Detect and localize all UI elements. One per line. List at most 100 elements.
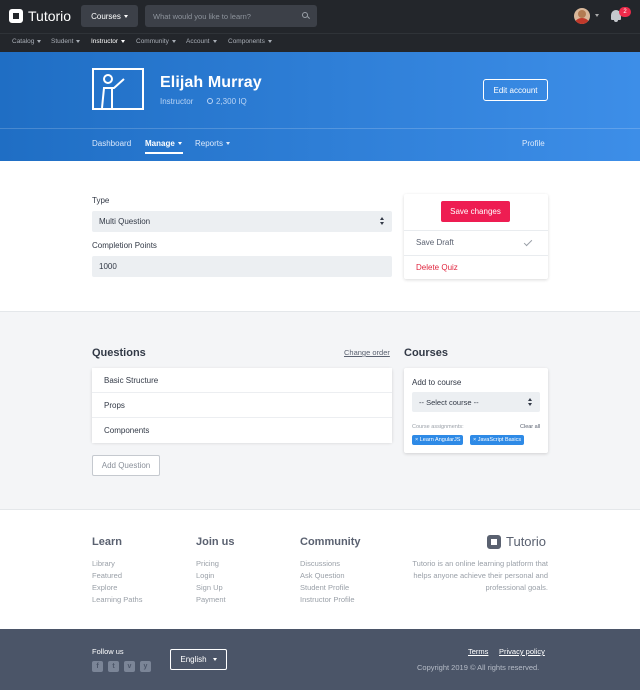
footer-learn-title: Learn xyxy=(92,536,122,548)
tab-profile[interactable]: Profile xyxy=(522,139,545,148)
caret-down-icon xyxy=(37,39,42,43)
hero-divider xyxy=(0,128,640,129)
footer-community-title: Community xyxy=(300,536,361,548)
save-draft-item[interactable]: Save Draft xyxy=(416,238,454,247)
list-item[interactable]: Basic Structure xyxy=(92,368,392,393)
completion-points-label: Completion Points xyxy=(92,241,157,250)
caret-down-icon xyxy=(267,39,272,43)
caret-down-icon xyxy=(171,39,176,43)
footer-link[interactable]: Payment xyxy=(196,595,226,604)
tab-manage[interactable]: Manage xyxy=(145,139,182,148)
caret-down-icon xyxy=(121,39,126,43)
footer-link[interactable]: Ask Question xyxy=(300,571,345,580)
completion-points-input[interactable]: 1000 xyxy=(92,256,392,277)
footer-description: Tutorio is an online learning platform t… xyxy=(412,559,548,592)
course-select-value: -- Select course -- xyxy=(419,397,479,407)
footer-link[interactable]: Learning Paths xyxy=(92,595,142,604)
language-label: English xyxy=(180,655,207,664)
subnav-label: Account xyxy=(186,38,210,45)
user-role: Instructor xyxy=(160,97,194,106)
course-assignments-label: Course assignments: xyxy=(412,424,464,430)
sort-icon xyxy=(380,217,385,226)
brand-name: Tutorio xyxy=(28,8,72,24)
subnav-label: Community xyxy=(136,38,169,45)
course-select[interactable]: -- Select course -- xyxy=(412,392,540,412)
footer-link[interactable]: Explore xyxy=(92,583,117,592)
type-select[interactable]: Multi Question xyxy=(92,211,392,232)
courses-label: Courses xyxy=(91,11,121,21)
footer-link[interactable]: Pricing xyxy=(196,559,219,568)
caret-down-icon xyxy=(226,142,231,146)
edit-account-button[interactable]: Edit account xyxy=(483,79,548,101)
clear-all-link[interactable]: Clear all xyxy=(520,424,540,430)
subnav-item-components[interactable]: Components xyxy=(228,38,272,45)
save-changes-button[interactable]: Save changes xyxy=(441,201,510,222)
caret-down-icon xyxy=(177,142,182,146)
add-to-course-label: Add to course xyxy=(412,378,462,387)
subnav-item-student[interactable]: Student xyxy=(51,38,81,45)
bottom-bar xyxy=(0,629,640,690)
footer-link[interactable]: Login xyxy=(196,571,214,580)
caret-down-icon xyxy=(212,658,217,661)
twitter-icon[interactable]: t xyxy=(108,661,119,672)
subnav-item-instructor[interactable]: Instructor xyxy=(91,38,126,45)
courses-dropdown-button[interactable]: Courses xyxy=(81,5,138,27)
footer-brand-name: Tutorio xyxy=(506,534,546,549)
privacy-policy-link[interactable]: Privacy policy xyxy=(499,647,545,656)
tab-dashboard[interactable]: Dashboard xyxy=(92,139,131,148)
questions-title: Questions xyxy=(92,347,146,359)
language-dropdown[interactable]: English xyxy=(170,649,227,670)
teacher-icon xyxy=(92,68,144,110)
course-tag[interactable]: × Learn AngularJS xyxy=(412,435,464,445)
active-tab-indicator xyxy=(145,152,183,154)
add-question-button[interactable]: Add Question xyxy=(92,455,160,476)
type-value: Multi Question xyxy=(99,217,151,226)
divider xyxy=(404,230,548,231)
footer-link[interactable]: Sign Up xyxy=(196,583,223,592)
caret-down-icon xyxy=(123,14,128,18)
footer-link[interactable]: Discussions xyxy=(300,559,340,568)
caret-down-icon[interactable] xyxy=(595,14,599,17)
footer-logo[interactable]: Tutorio xyxy=(487,534,546,549)
iq-icon xyxy=(207,98,213,104)
caret-down-icon xyxy=(76,39,81,43)
subnav-label: Catalog xyxy=(12,38,35,45)
book-icon xyxy=(9,9,23,23)
vimeo-icon[interactable]: v xyxy=(124,661,135,672)
facebook-icon[interactable]: f xyxy=(92,661,103,672)
type-label: Type xyxy=(92,196,110,205)
delete-quiz-item[interactable]: Delete Quiz xyxy=(416,263,458,272)
list-item[interactable]: Props xyxy=(92,393,392,418)
sort-icon xyxy=(528,398,533,407)
completion-points-value: 1000 xyxy=(99,262,117,271)
footer-join-title: Join us xyxy=(196,536,235,548)
courses-title: Courses xyxy=(404,347,449,359)
brand-logo[interactable]: Tutorio xyxy=(9,8,71,24)
footer-link[interactable]: Instructor Profile xyxy=(300,595,355,604)
footer-link[interactable]: Featured xyxy=(92,571,122,580)
youtube-icon[interactable]: y xyxy=(140,661,151,672)
caret-down-icon xyxy=(212,39,217,43)
copyright-text: Copyright 2019 © All rights reserved. xyxy=(417,663,540,672)
follow-us-label: Follow us xyxy=(92,647,124,656)
search-input[interactable] xyxy=(145,5,317,27)
search-icon[interactable] xyxy=(302,12,308,18)
user-iq: 2,300 IQ xyxy=(216,97,247,106)
user-avatar[interactable] xyxy=(574,8,590,24)
change-order-link[interactable]: Change order xyxy=(344,348,390,357)
list-item[interactable]: Components xyxy=(92,418,392,443)
notification-badge: 2 xyxy=(619,7,631,17)
course-tag[interactable]: × JavaScript Basics xyxy=(470,435,525,445)
subnav-item-catalog[interactable]: Catalog xyxy=(12,38,42,45)
subnav-item-account[interactable]: Account xyxy=(186,38,217,45)
tab-reports[interactable]: Reports xyxy=(195,139,231,148)
footer-link[interactable]: Student Profile xyxy=(300,583,349,592)
tab-label: Reports xyxy=(195,139,224,148)
terms-link[interactable]: Terms xyxy=(468,647,488,656)
footer-link[interactable]: Library xyxy=(92,559,115,568)
user-name: Elijah Murray xyxy=(160,74,262,91)
subnav-item-community[interactable]: Community xyxy=(136,38,176,45)
book-icon xyxy=(487,534,501,549)
tab-label: Manage xyxy=(145,139,175,148)
subnav-label: Instructor xyxy=(91,38,119,45)
